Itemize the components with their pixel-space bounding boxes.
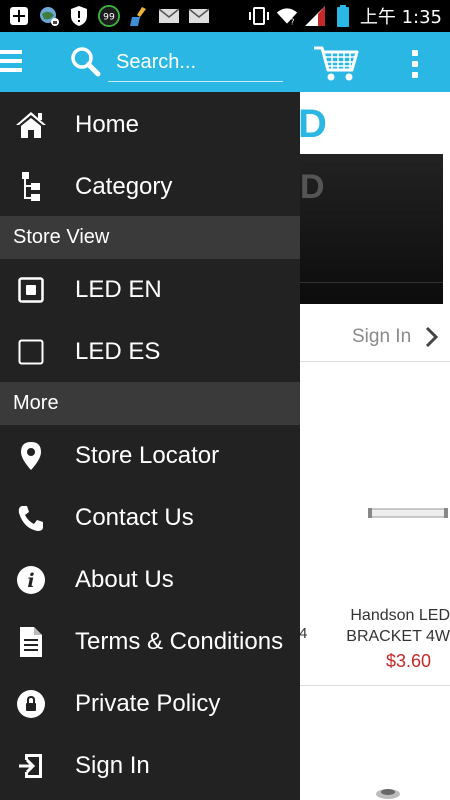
product-title-fragment: 4: [299, 625, 308, 642]
vibrate-icon: [248, 5, 270, 27]
store-view-label: LED ES: [75, 338, 161, 365]
banner-image: D: [300, 154, 443, 304]
wifi-icon: ?: [276, 5, 298, 27]
document-icon: [15, 626, 47, 658]
radio-selected-icon[interactable]: [15, 274, 47, 306]
banner-text-fragment: D: [300, 168, 325, 206]
store-view-led-en[interactable]: LED EN: [0, 259, 300, 321]
cart-icon[interactable]: [312, 42, 360, 82]
drawer-item-label: Home: [75, 111, 140, 138]
shield-alert-icon: [68, 5, 90, 27]
drawer-item-label: Contact Us: [75, 504, 194, 531]
drawer-item-category[interactable]: Category: [0, 156, 300, 218]
menu-icon[interactable]: [0, 50, 24, 74]
drawer-item-private-policy[interactable]: Private Policy: [0, 673, 300, 735]
store-view-label: LED EN: [75, 276, 162, 303]
banner-rail: [300, 282, 443, 283]
vpn-globe-icon: [38, 5, 60, 27]
product-image[interactable]: [368, 506, 448, 520]
drawer-item-label: Private Policy: [75, 690, 221, 717]
drawer-item-label: About Us: [75, 566, 174, 593]
add-notification-icon: [8, 5, 30, 27]
category-tree-icon: [15, 171, 47, 203]
lock-icon: [15, 688, 47, 720]
overflow-menu-icon[interactable]: [405, 50, 425, 78]
store-view-led-es[interactable]: LED ES: [0, 321, 300, 383]
section-header-store-view: Store View: [0, 216, 300, 259]
product-price: $3.60: [386, 651, 432, 671]
drawer-item-sign-in[interactable]: Sign In: [0, 735, 300, 797]
cleaner-broom-icon: [128, 5, 150, 27]
drawer-item-label: Store Locator: [75, 442, 220, 469]
drawer-item-label: Terms & Conditions: [75, 628, 284, 655]
product-name[interactable]: Handson LED BRACKET 4W: [336, 605, 450, 647]
svg-text:i: i: [27, 570, 34, 592]
signal-icon: [304, 5, 326, 27]
status-bar: 99 ? 上午 1:35: [0, 0, 450, 32]
sign-in-row[interactable]: Sign In: [300, 312, 450, 362]
chevron-right-icon: [424, 326, 440, 348]
svg-text:?: ?: [290, 17, 294, 26]
info-icon: i: [15, 564, 47, 596]
mail-icon: [158, 5, 180, 27]
search-icon[interactable]: [70, 46, 102, 78]
drawer-item-label: Sign In: [75, 752, 150, 779]
divider: [300, 685, 450, 686]
sign-in-icon: [15, 750, 47, 782]
mail-icon: [188, 5, 210, 27]
phone-icon: [15, 502, 47, 534]
sign-in-label: Sign In: [352, 326, 412, 347]
drawer-item-label: Category: [75, 173, 173, 200]
drawer-item-contact-us[interactable]: Contact Us: [0, 487, 300, 549]
clock: 上午 1:35: [359, 7, 442, 28]
product-image[interactable]: [375, 785, 401, 799]
navigation-drawer: Home Category Store View LED EN LED ES M…: [0, 92, 300, 800]
drawer-item-about-us[interactable]: i About Us: [0, 549, 300, 611]
search-input[interactable]: [108, 44, 283, 82]
drawer-item-home[interactable]: Home: [0, 94, 300, 156]
drawer-item-terms[interactable]: Terms & Conditions: [0, 611, 300, 673]
battery-badge: 99: [98, 5, 120, 27]
app-bar: [0, 32, 450, 92]
section-header-label: More: [13, 392, 59, 414]
svg-text:99: 99: [103, 12, 115, 23]
home-icon: [15, 109, 47, 141]
location-pin-icon: [15, 440, 47, 472]
logo-fragment: D: [298, 102, 327, 146]
battery-icon: [332, 5, 354, 27]
section-header-more: More: [0, 382, 300, 425]
radio-unselected-icon[interactable]: [15, 336, 47, 368]
section-header-label: Store View: [13, 226, 110, 248]
drawer-item-store-locator[interactable]: Store Locator: [0, 425, 300, 487]
